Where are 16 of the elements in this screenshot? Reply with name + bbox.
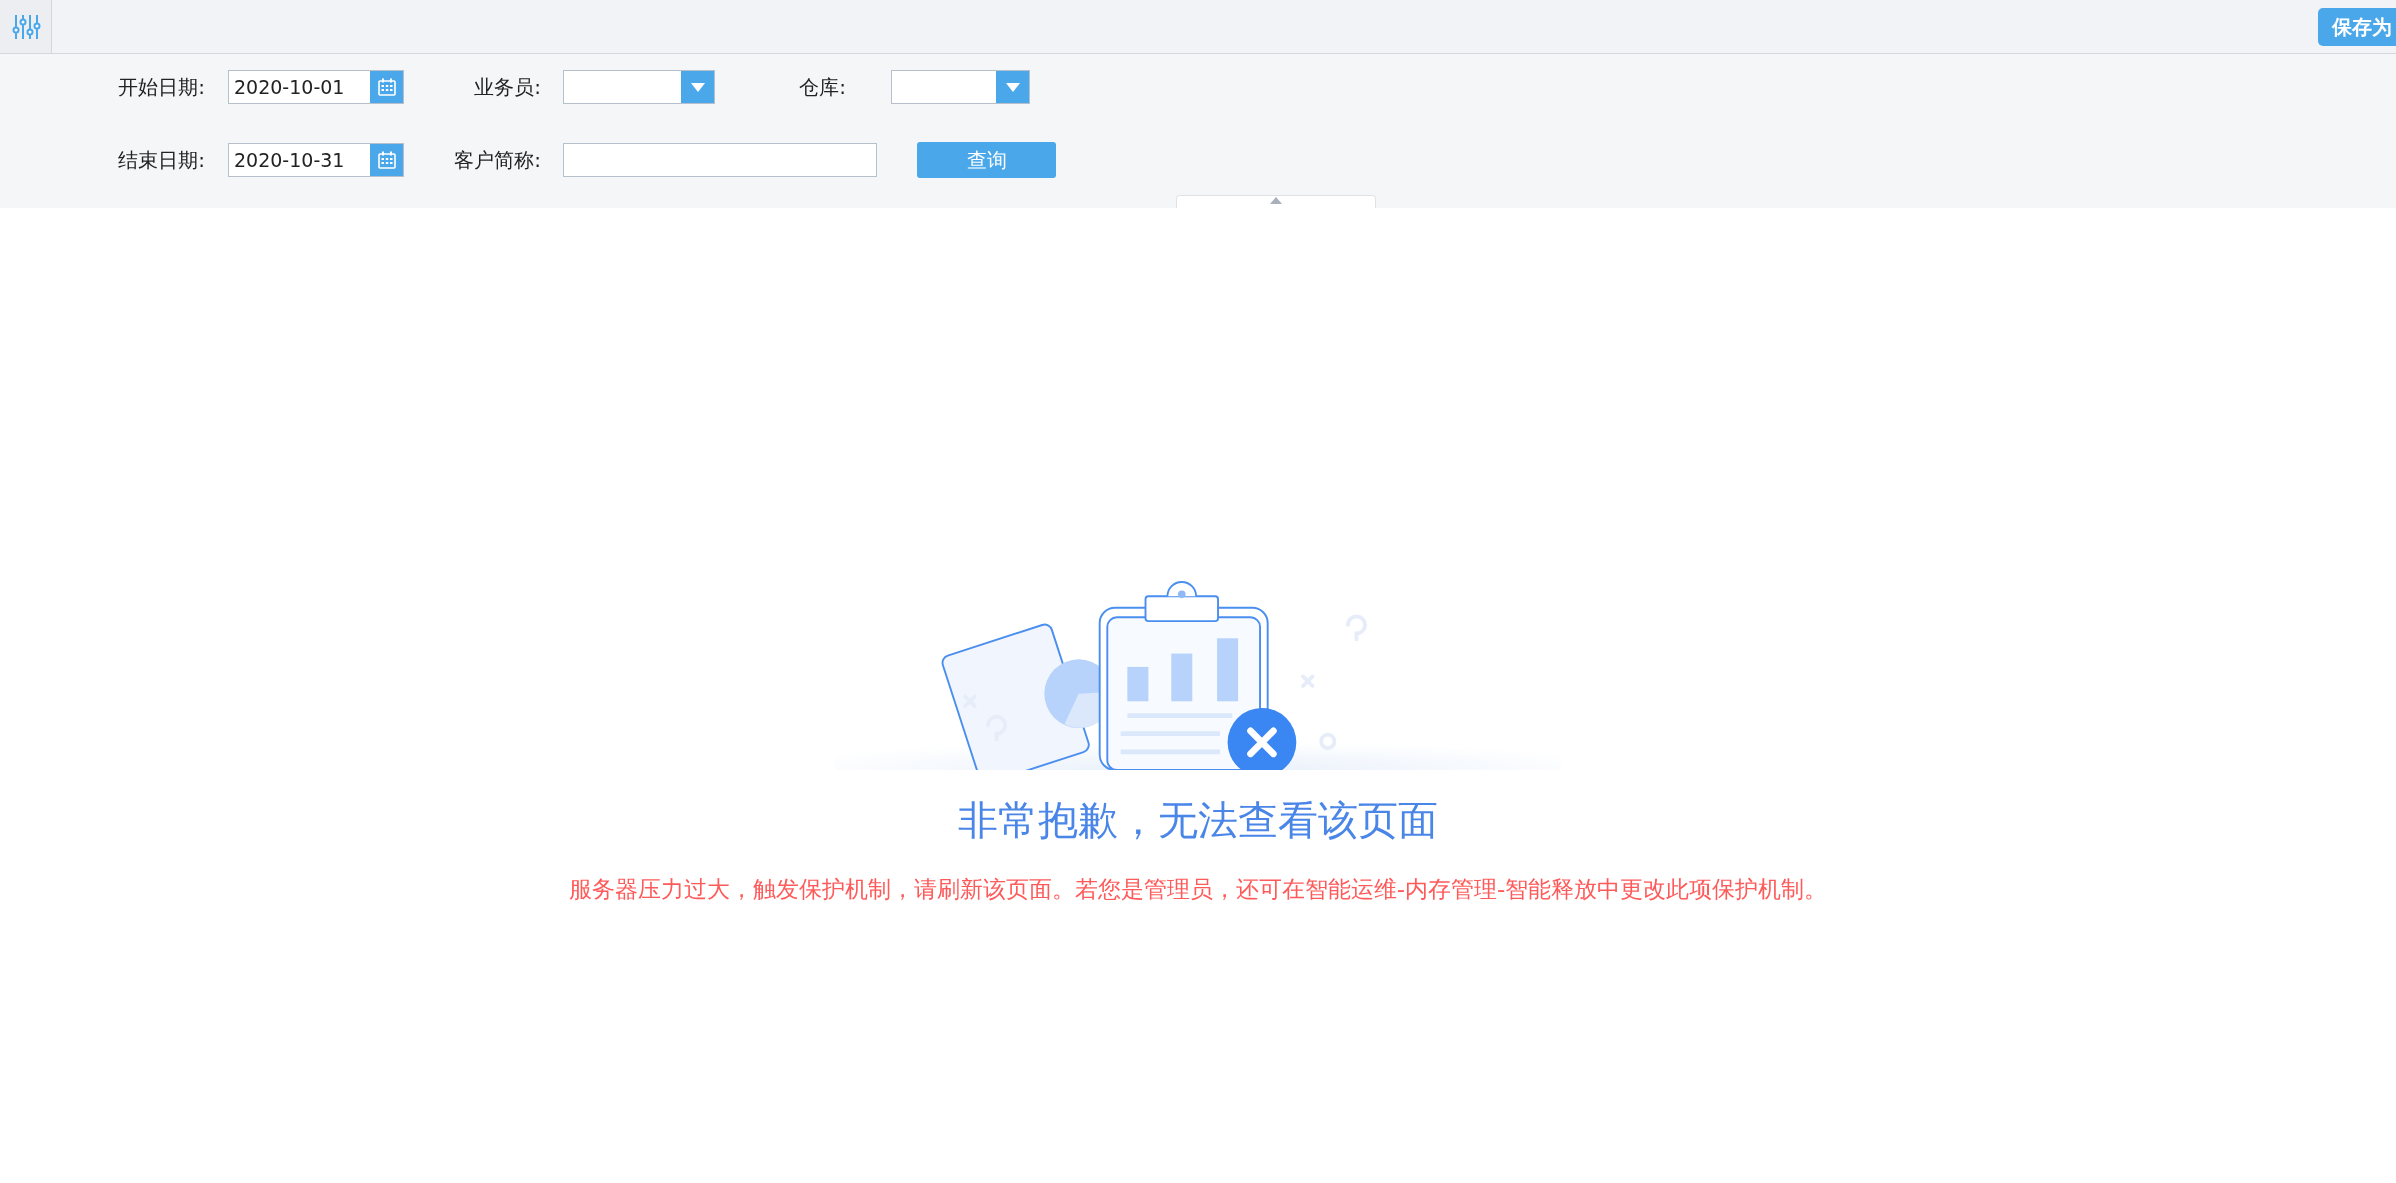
field-label: 开始日期: [117,74,205,101]
field-label: 结束日期: [117,147,205,174]
date-field[interactable]: 2020-10-01 [228,70,404,104]
error-message: 服务器压力过大，触发保护机制，请刷新该页面。若您是管理员，还可在智能运维-内存管理-智能释放中更改此项保护机制。 [568,875,1828,904]
field-label: 仓库: [798,74,846,101]
dropdown-field[interactable] [891,70,1030,104]
dropdown-field[interactable] [563,70,715,104]
text-field[interactable] [563,143,877,177]
field-label: 业务员: [473,74,541,101]
date-field[interactable]: 2020-10-31 [228,143,404,177]
filter-settings-icon[interactable] [0,0,52,53]
calendar-icon[interactable] [370,144,403,176]
collapse-handle[interactable] [1176,195,1376,208]
calendar-icon[interactable] [370,71,403,103]
error-title: 非常抱歉，无法查看该页面 [958,796,1438,845]
field-label: 客户简称: [453,147,541,174]
